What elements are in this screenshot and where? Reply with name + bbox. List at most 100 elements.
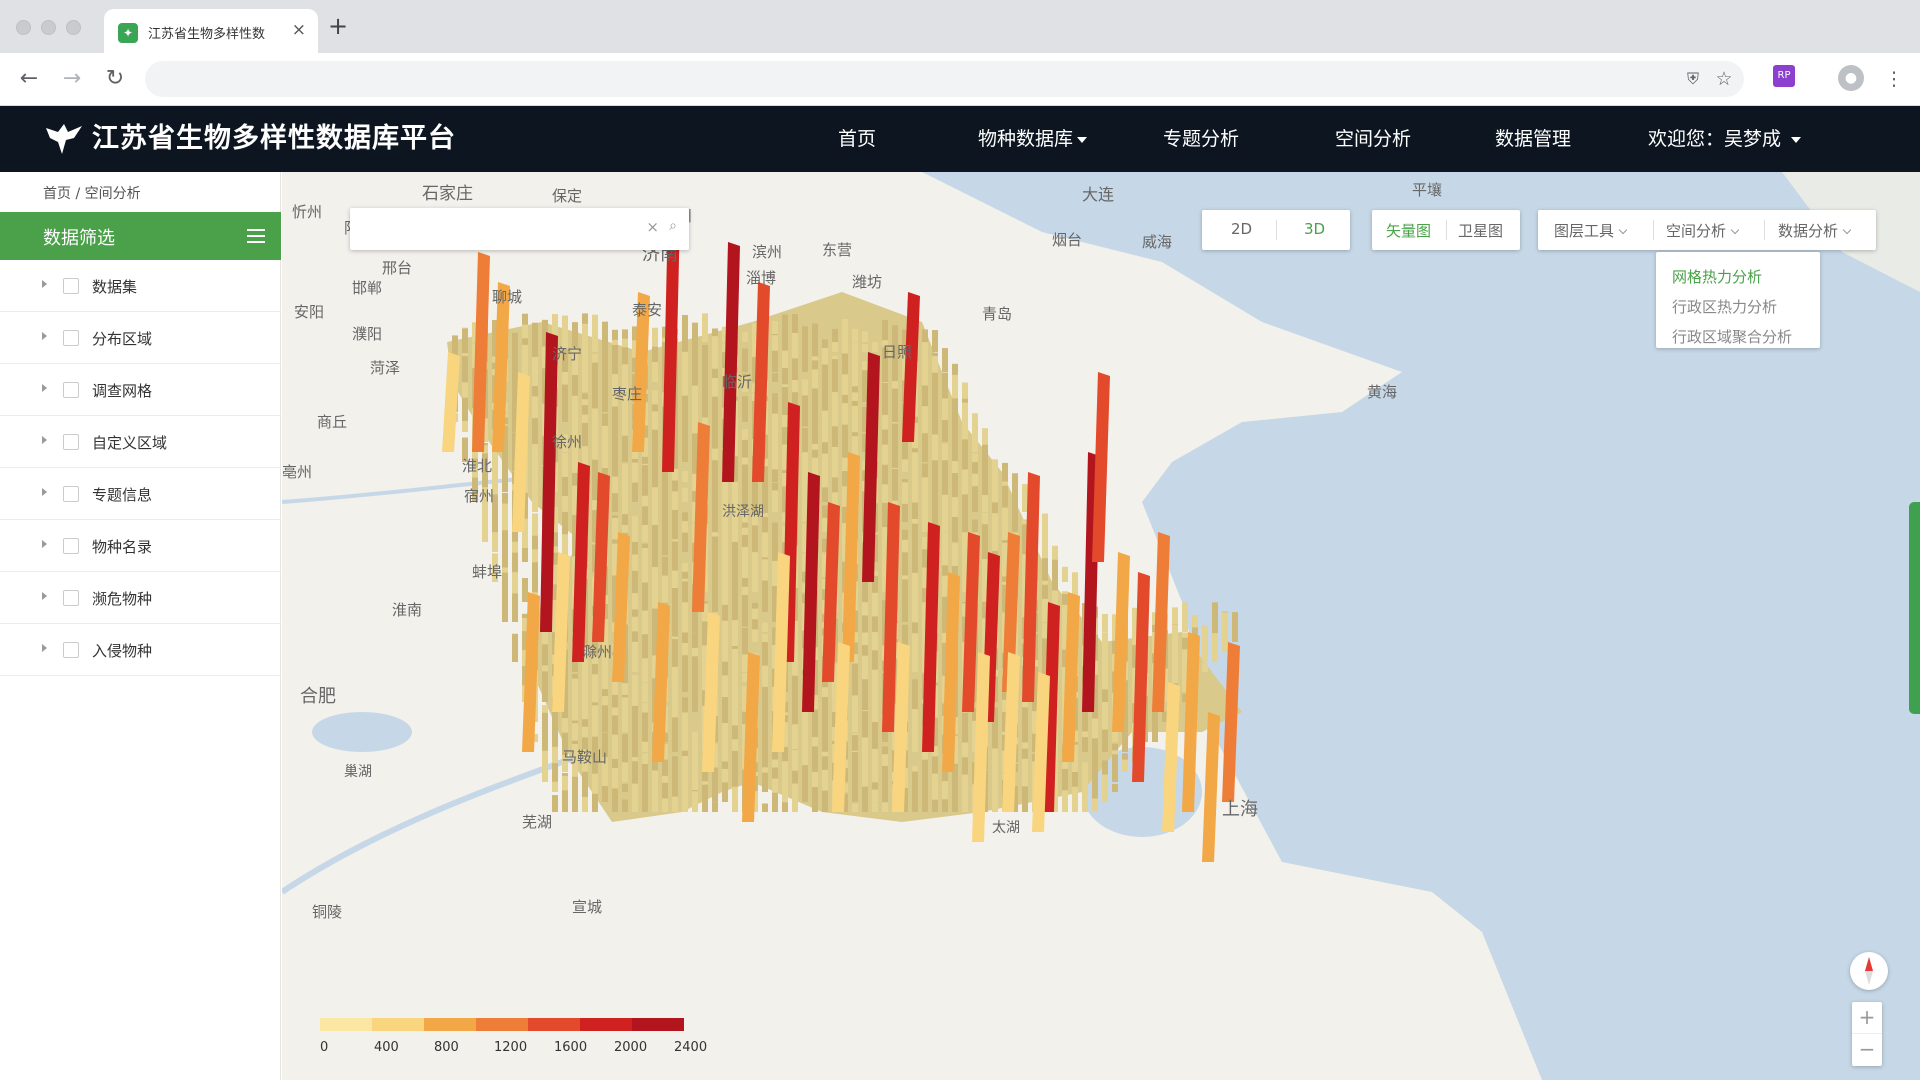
grid-prism	[992, 798, 998, 812]
expand-arrow-icon[interactable]	[42, 280, 47, 288]
layer-item[interactable]: 调查网格	[0, 364, 281, 416]
zoom-out-button[interactable]: −	[1852, 1034, 1882, 1066]
legend-swatch	[320, 1018, 372, 1031]
address-bar[interactable]: ⛨ ☆	[145, 61, 1744, 97]
back-arrow-icon[interactable]: ←	[13, 63, 45, 95]
shield-icon[interactable]: ⛨	[1679, 65, 1707, 93]
clear-icon[interactable]: ×	[646, 218, 659, 236]
nav-species-db[interactable]: 物种数据库	[978, 106, 1088, 172]
window-minimize-dot[interactable]	[41, 20, 56, 35]
expand-arrow-icon[interactable]	[42, 384, 47, 392]
grid-prism	[582, 796, 588, 812]
view-2d-button[interactable]: 2D	[1231, 220, 1252, 238]
right-panel-handle[interactable]	[1909, 502, 1920, 714]
layer-tools-label: 图层工具	[1554, 222, 1615, 240]
legend-tick-label: 0	[320, 1040, 329, 1055]
nav-topic-analysis[interactable]: 专题分析	[1163, 106, 1239, 172]
expand-arrow-icon[interactable]	[42, 592, 47, 600]
grid-prism	[682, 487, 688, 502]
grid-prism	[762, 580, 768, 592]
grid-prism	[742, 348, 748, 372]
grid-prism	[692, 346, 698, 372]
grid-prism	[762, 633, 768, 642]
grid-prism	[812, 388, 818, 412]
zoom-in-button[interactable]: +	[1852, 1002, 1882, 1034]
vector-basemap-button[interactable]: 矢量图	[1386, 220, 1431, 241]
nav-home[interactable]: 首页	[838, 106, 876, 172]
layer-checkbox[interactable]	[63, 590, 79, 606]
grid-prism	[612, 493, 618, 512]
menu-district-aggregate[interactable]: 行政区域聚合分析	[1672, 326, 1792, 347]
view-3d-button[interactable]: 3D	[1304, 220, 1325, 238]
grid-prism	[682, 581, 688, 602]
grid-prism	[752, 629, 758, 642]
profile-avatar[interactable]: ●	[1838, 65, 1864, 91]
divider	[1764, 220, 1765, 240]
browser-tab[interactable]: ✦ 江苏省生物多样性数 ×	[104, 9, 318, 53]
layer-checkbox[interactable]	[63, 486, 79, 502]
grid-prism	[792, 724, 798, 742]
menu-grid-heatmap[interactable]: 网格热力分析	[1672, 266, 1762, 287]
grid-prism	[862, 343, 868, 352]
extension-icon[interactable]: RP	[1773, 65, 1795, 87]
grid-prism	[812, 787, 818, 812]
layer-item[interactable]: 专题信息	[0, 468, 281, 520]
grid-prism	[852, 774, 858, 802]
grid-prism	[622, 783, 628, 792]
search-icon[interactable]: ⌕	[669, 218, 677, 234]
grid-prism	[1102, 663, 1108, 682]
expand-arrow-icon[interactable]	[42, 332, 47, 340]
reload-icon[interactable]: ↻	[99, 63, 131, 95]
layer-item[interactable]: 分布区域	[0, 312, 281, 364]
place-label: 亳州	[282, 463, 312, 481]
grid-prism	[642, 582, 648, 612]
grid-prism	[792, 675, 798, 702]
forward-arrow-icon[interactable]: →	[56, 63, 88, 95]
nav-spatial-analysis[interactable]: 空间分析	[1335, 106, 1411, 172]
map-view[interactable]: 忻州石家庄保定沧州大连平壤邢台邯郸济南滨州东营淄博潍坊聊城泰安安阳濮阳菏泽青岛日…	[282, 172, 1920, 1080]
lake-chao	[312, 712, 412, 752]
layer-item[interactable]: 数据集	[0, 260, 281, 312]
compass-icon[interactable]	[1850, 952, 1888, 990]
satellite-basemap-button[interactable]: 卫星图	[1458, 220, 1503, 241]
layer-checkbox[interactable]	[63, 382, 79, 398]
heatmap-legend: 0 400 800 1200 1600 2000 2400	[320, 1018, 707, 1058]
place-label: 铜陵	[312, 903, 342, 921]
spatial-analysis-button[interactable]: 空间分析	[1666, 220, 1740, 241]
layer-tools-button[interactable]: 图层工具	[1554, 220, 1628, 241]
legend-swatch	[580, 1018, 632, 1031]
place-label: 忻州	[292, 203, 322, 221]
expand-arrow-icon[interactable]	[42, 436, 47, 444]
grid-prism	[602, 389, 608, 412]
user-menu[interactable]: 欢迎您：吴梦成	[1648, 106, 1802, 172]
star-icon[interactable]: ☆	[1710, 65, 1738, 93]
grid-prism	[712, 510, 718, 532]
layer-item[interactable]: 入侵物种	[0, 624, 281, 676]
data-analysis-button[interactable]: 数据分析	[1778, 220, 1852, 241]
grid-prism	[562, 315, 568, 342]
layer-item[interactable]: 濒危物种	[0, 572, 281, 624]
hamburger-menu-icon[interactable]	[247, 229, 265, 243]
layer-checkbox[interactable]	[63, 278, 79, 294]
layer-checkbox[interactable]	[63, 330, 79, 346]
expand-arrow-icon[interactable]	[42, 540, 47, 548]
tab-close-icon[interactable]: ×	[292, 20, 306, 40]
expand-arrow-icon[interactable]	[42, 644, 47, 652]
grid-prism	[882, 364, 888, 382]
window-close-dot[interactable]	[16, 20, 31, 35]
map-search-box[interactable]: × ⌕	[350, 208, 689, 250]
layer-item[interactable]: 物种名录	[0, 520, 281, 572]
grid-prism	[682, 532, 688, 552]
nav-data-management[interactable]: 数据管理	[1495, 106, 1571, 172]
grid-prism	[902, 607, 908, 622]
window-maximize-dot[interactable]	[66, 20, 81, 35]
layer-checkbox[interactable]	[63, 434, 79, 450]
new-tab-button[interactable]: +	[328, 14, 348, 38]
grid-prism	[802, 790, 808, 802]
layer-checkbox[interactable]	[63, 538, 79, 554]
menu-dots-icon[interactable]: ⋮	[1880, 65, 1908, 93]
menu-district-heatmap[interactable]: 行政区热力分析	[1672, 296, 1777, 317]
layer-item[interactable]: 自定义区域	[0, 416, 281, 468]
expand-arrow-icon[interactable]	[42, 488, 47, 496]
layer-checkbox[interactable]	[63, 642, 79, 658]
